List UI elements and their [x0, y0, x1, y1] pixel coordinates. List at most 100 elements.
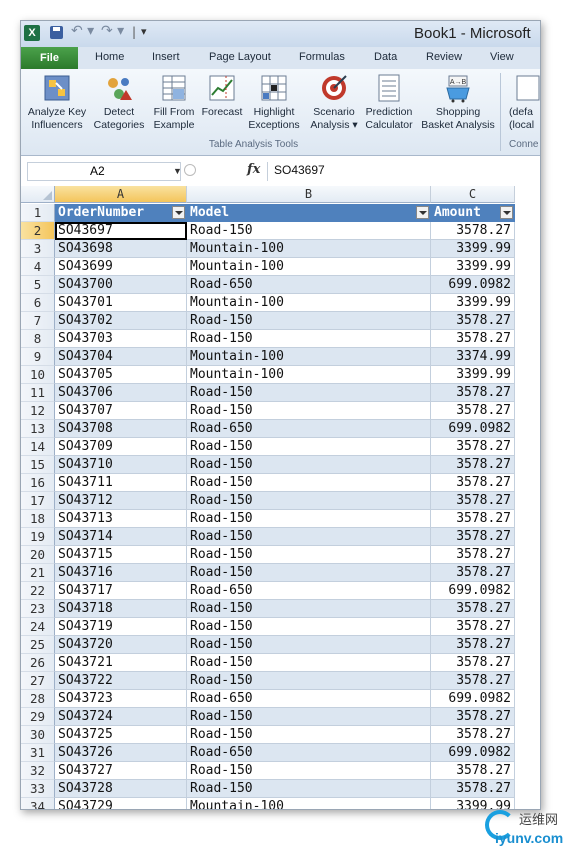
select-all-button[interactable]: [21, 186, 55, 203]
cell-model[interactable]: Road-150: [187, 456, 431, 474]
cell-model[interactable]: Road-150: [187, 438, 431, 456]
cell-ordernumber[interactable]: SO43712: [55, 492, 187, 510]
cell-model[interactable]: Mountain-100: [187, 294, 431, 312]
save-icon[interactable]: [50, 26, 63, 39]
cell-amount[interactable]: 3399.99: [431, 294, 515, 312]
cell-amount[interactable]: 3578.27: [431, 474, 515, 492]
cell-ordernumber[interactable]: SO43720: [55, 636, 187, 654]
cell-ordernumber[interactable]: SO43711: [55, 474, 187, 492]
cell-ordernumber[interactable]: SO43723: [55, 690, 187, 708]
table-header-ordernumber[interactable]: OrderNumber: [55, 204, 187, 222]
table-header-amount[interactable]: Amount: [431, 204, 515, 222]
cell-ordernumber[interactable]: SO43716: [55, 564, 187, 582]
filter-dropdown-icon[interactable]: [172, 206, 185, 219]
worksheet-grid[interactable]: A B C 1 OrderNumber Model Amount 2 SO4369…: [21, 183, 540, 809]
cell-amount[interactable]: 3578.27: [431, 636, 515, 654]
cell-ordernumber[interactable]: SO43714: [55, 528, 187, 546]
tab-file[interactable]: File: [21, 47, 78, 69]
cell-ordernumber[interactable]: SO43729: [55, 798, 187, 809]
cell-ordernumber[interactable]: SO43700: [55, 276, 187, 294]
cell-ordernumber[interactable]: SO43717: [55, 582, 187, 600]
cell-amount[interactable]: 3578.27: [431, 492, 515, 510]
cell-model[interactable]: Road-650: [187, 690, 431, 708]
analyze-key-influencers-button[interactable]: Analyze Key Influencers: [26, 73, 88, 132]
filter-dropdown-icon[interactable]: [416, 206, 429, 219]
cell-ordernumber[interactable]: SO43705: [55, 366, 187, 384]
row-header[interactable]: 12: [21, 402, 55, 420]
row-header[interactable]: 32: [21, 762, 55, 780]
row-header[interactable]: 2: [21, 222, 55, 240]
tab-home[interactable]: Home: [95, 51, 124, 63]
row-header[interactable]: 1: [21, 204, 55, 222]
cell-amount[interactable]: 699.0982: [431, 420, 515, 438]
row-header[interactable]: 27: [21, 672, 55, 690]
cell-model[interactable]: Road-150: [187, 726, 431, 744]
row-header[interactable]: 22: [21, 582, 55, 600]
row-header[interactable]: 31: [21, 744, 55, 762]
cell-model[interactable]: Road-150: [187, 672, 431, 690]
cell-amount[interactable]: 699.0982: [431, 276, 515, 294]
row-header[interactable]: 7: [21, 312, 55, 330]
cell-amount[interactable]: 3578.27: [431, 726, 515, 744]
row-header[interactable]: 4: [21, 258, 55, 276]
formula-bar-resize-handle[interactable]: [184, 164, 196, 176]
cell-amount[interactable]: 3374.99: [431, 348, 515, 366]
cell-model[interactable]: Mountain-100: [187, 798, 431, 809]
cell-model[interactable]: Road-150: [187, 546, 431, 564]
row-header[interactable]: 9: [21, 348, 55, 366]
cell-amount[interactable]: 3578.27: [431, 654, 515, 672]
cell-amount[interactable]: 699.0982: [431, 690, 515, 708]
cell-amount[interactable]: 3578.27: [431, 312, 515, 330]
cell-model[interactable]: Road-150: [187, 330, 431, 348]
cell-model[interactable]: Road-150: [187, 654, 431, 672]
cell-ordernumber[interactable]: SO43703: [55, 330, 187, 348]
highlight-exceptions-button[interactable]: Highlight Exceptions: [245, 73, 303, 132]
cell-ordernumber[interactable]: SO43726: [55, 744, 187, 762]
column-header-b[interactable]: B: [187, 186, 431, 203]
cell-model[interactable]: Mountain-100: [187, 348, 431, 366]
name-box[interactable]: A2 ▼: [27, 162, 182, 181]
cell-ordernumber[interactable]: SO43704: [55, 348, 187, 366]
cell-ordernumber[interactable]: SO43702: [55, 312, 187, 330]
row-header[interactable]: 6: [21, 294, 55, 312]
cell-amount[interactable]: 3578.27: [431, 546, 515, 564]
cell-amount[interactable]: 3578.27: [431, 672, 515, 690]
cell-model[interactable]: Road-150: [187, 222, 431, 240]
row-header[interactable]: 24: [21, 618, 55, 636]
cell-ordernumber[interactable]: SO43709: [55, 438, 187, 456]
tab-view[interactable]: View: [490, 51, 514, 63]
row-header[interactable]: 18: [21, 510, 55, 528]
row-header[interactable]: 15: [21, 456, 55, 474]
cell-amount[interactable]: 3399.99: [431, 366, 515, 384]
cell-model[interactable]: Road-150: [187, 492, 431, 510]
tab-formulas[interactable]: Formulas: [299, 51, 345, 63]
cell-model[interactable]: Road-650: [187, 582, 431, 600]
cell-amount[interactable]: 3578.27: [431, 708, 515, 726]
formula-input[interactable]: SO43697: [274, 163, 325, 177]
row-header[interactable]: 21: [21, 564, 55, 582]
cell-ordernumber[interactable]: SO43725: [55, 726, 187, 744]
column-header-c[interactable]: C: [431, 186, 515, 203]
cell-model[interactable]: Road-150: [187, 762, 431, 780]
cell-amount[interactable]: 3578.27: [431, 528, 515, 546]
cell-amount[interactable]: 3399.99: [431, 258, 515, 276]
row-header[interactable]: 13: [21, 420, 55, 438]
row-header[interactable]: 17: [21, 492, 55, 510]
cell-model[interactable]: Road-150: [187, 600, 431, 618]
cell-ordernumber[interactable]: SO43699: [55, 258, 187, 276]
customize-quick-access-icon[interactable]: ▾: [141, 25, 147, 38]
cell-model[interactable]: Road-650: [187, 276, 431, 294]
cell-model[interactable]: Road-650: [187, 420, 431, 438]
cell-ordernumber[interactable]: SO43715: [55, 546, 187, 564]
insert-function-icon[interactable]: fx: [247, 162, 260, 177]
row-header[interactable]: 25: [21, 636, 55, 654]
row-header[interactable]: 5: [21, 276, 55, 294]
cell-amount[interactable]: 699.0982: [431, 744, 515, 762]
tab-review[interactable]: Review: [426, 51, 462, 63]
row-header[interactable]: 26: [21, 654, 55, 672]
tab-page-layout[interactable]: Page Layout: [209, 51, 271, 63]
cell-ordernumber[interactable]: SO43718: [55, 600, 187, 618]
undo-icon[interactable]: ↶ ▾: [71, 23, 94, 39]
cell-amount[interactable]: 3399.99: [431, 240, 515, 258]
row-header[interactable]: 28: [21, 690, 55, 708]
